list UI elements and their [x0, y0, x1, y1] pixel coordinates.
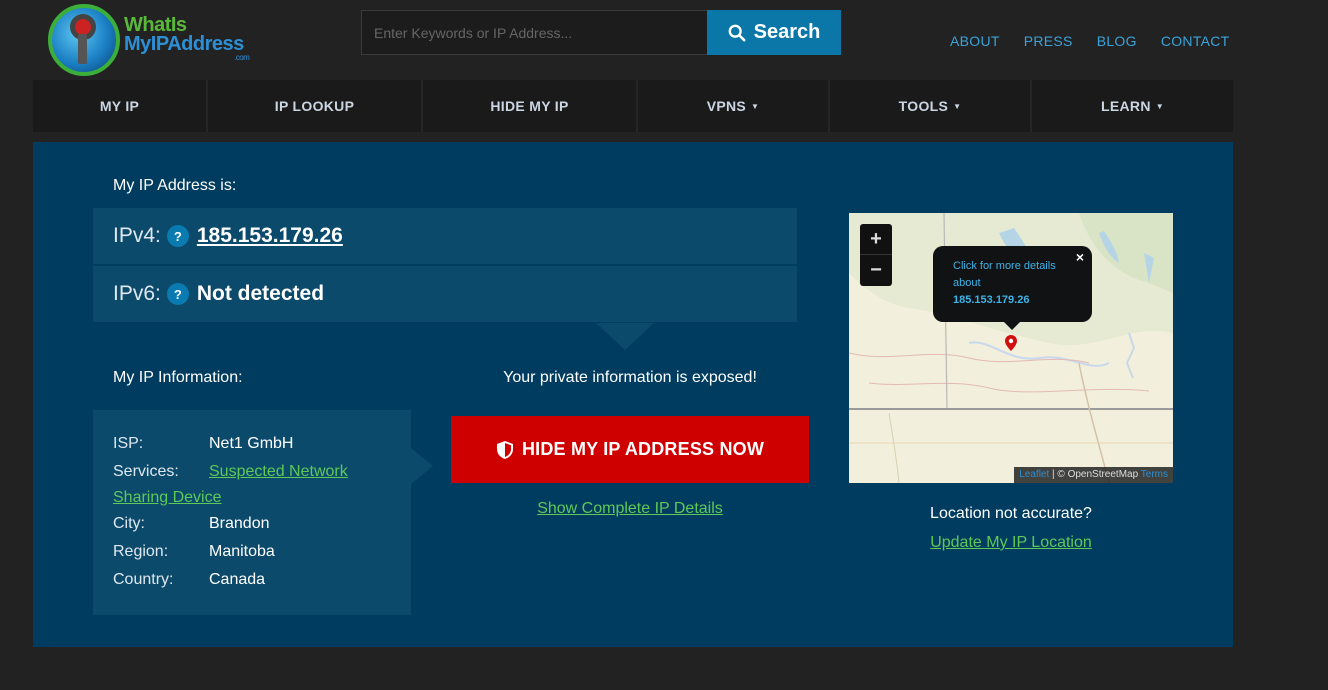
shield-icon — [496, 440, 513, 459]
info-row-country: Country: Canada — [113, 566, 391, 594]
map-pin-icon[interactable] — [1005, 335, 1017, 351]
ipv6-value: Not detected — [196, 282, 325, 305]
link-about[interactable]: ABOUT — [950, 33, 1000, 49]
ip-panel: My IP Address is: IPv4: ? 185.153.179.26… — [33, 142, 1233, 647]
terms-link[interactable]: Terms — [1138, 469, 1168, 480]
popup-line1: Click for more details — [953, 260, 1056, 272]
info-row-region: Region: Manitoba — [113, 538, 391, 566]
nav-label: VPNS — [706, 98, 747, 114]
search-icon — [728, 24, 746, 41]
location-question: Location not accurate? — [930, 505, 1092, 522]
info-key: City: — [113, 515, 145, 532]
ipv6-row: IPv6: ? Not detected — [93, 266, 797, 322]
info-value: Net1 GmbH — [209, 435, 294, 452]
info-value: Brandon — [209, 515, 270, 532]
search-button-label: Search — [753, 21, 821, 43]
logo-line2: MyIPAddress — [124, 33, 244, 55]
search-input[interactable] — [361, 10, 708, 55]
info-key: ISP: — [113, 435, 144, 452]
close-icon[interactable]: × — [1076, 249, 1084, 266]
nav-tools[interactable]: TOOLS ▼ — [830, 80, 1032, 132]
site-logo[interactable]: WhatIs MyIPAddress .com — [48, 4, 268, 76]
nav-my-ip[interactable]: MY IP — [33, 80, 208, 132]
help-icon[interactable]: ? — [166, 225, 189, 247]
caret-down-icon: ▼ — [953, 101, 962, 111]
popup-line2: about — [953, 277, 981, 289]
nav-vpns[interactable]: VPNS ▼ — [638, 80, 830, 132]
nav-ip-lookup[interactable]: IP LOOKUP — [208, 80, 423, 132]
info-key: Region: — [113, 543, 169, 560]
hide-ip-button[interactable]: HIDE MY IP ADDRESS NOW — [451, 416, 809, 483]
zoom-out-button[interactable]: − — [860, 255, 892, 286]
update-location-link[interactable]: Update My IP Location — [849, 534, 1173, 552]
services-link[interactable]: Suspected Network — [209, 458, 348, 486]
ipv4-label: IPv4: — [113, 224, 161, 247]
exposed-warning: Your private information is exposed! — [503, 369, 757, 386]
top-links: ABOUT PRESS BLOG CONTACT — [950, 33, 1254, 49]
nav-label: HIDE MY IP — [490, 98, 569, 114]
link-blog[interactable]: BLOG — [1097, 33, 1137, 49]
popup-tip — [1003, 321, 1021, 330]
map-popup[interactable]: × Click for more details about 185.153.1… — [933, 246, 1092, 322]
logo-line3: .com — [234, 53, 250, 62]
ip-heading: My IP Address is: — [113, 177, 237, 194]
info-key: Country: — [113, 571, 174, 588]
caret-down-icon: ▼ — [751, 101, 760, 111]
services-link-line2[interactable]: Sharing Device — [113, 489, 222, 506]
info-row-city: City: Brandon — [113, 510, 391, 538]
link-press[interactable]: PRESS — [1024, 33, 1073, 49]
search-button[interactable]: Search — [707, 10, 841, 55]
nav-label: IP LOOKUP — [274, 98, 355, 114]
attrib-osm: | © OpenStreetMap — [1049, 469, 1139, 480]
logo-key-stem — [78, 34, 87, 64]
services-link-cont: Sharing Device — [113, 486, 391, 510]
ipv6-label: IPv6: — [113, 282, 161, 305]
leaflet-link[interactable]: Leaflet — [1019, 469, 1049, 480]
nav-learn[interactable]: LEARN ▼ — [1032, 80, 1233, 132]
info-key: Services: — [113, 463, 179, 480]
main-nav: MY IP IP LOOKUP HIDE MY IP VPNS ▼ TOOLS ▼ … — [33, 80, 1233, 132]
help-icon[interactable]: ? — [166, 283, 189, 305]
info-row-services: Services: Suspected Network — [113, 458, 391, 486]
info-value: Canada — [209, 571, 266, 588]
ip-info-box: ISP: Net1 GmbH Services: Suspected Network… — [93, 410, 411, 615]
ipv4-row: IPv4: ? 185.153.179.26 — [93, 208, 797, 264]
nav-label: MY IP — [99, 98, 140, 114]
ipv4-value[interactable]: 185.153.179.26 — [197, 224, 343, 248]
callout-pointer — [596, 323, 654, 350]
info-arrow — [411, 448, 433, 484]
nav-label: LEARN — [1101, 98, 1151, 114]
caret-down-icon: ▼ — [1155, 101, 1164, 111]
info-value: Manitoba — [209, 543, 275, 560]
popup-ip: 185.153.179.26 — [953, 294, 1030, 306]
link-contact[interactable]: CONTACT — [1161, 33, 1230, 49]
nav-label: TOOLS — [898, 98, 949, 114]
logo-wordmark: WhatIs MyIPAddress .com — [124, 15, 250, 62]
info-row-isp: ISP: Net1 GmbH — [113, 430, 391, 458]
hide-ip-button-label: HIDE MY IP ADDRESS NOW — [521, 439, 765, 459]
nav-hide-my-ip[interactable]: HIDE MY IP — [423, 80, 638, 132]
zoom-in-button[interactable]: + — [860, 224, 892, 255]
map-attribution: Leaflet | © OpenStreetMap Terms — [1014, 467, 1173, 483]
show-details-link[interactable]: Show Complete IP Details — [451, 500, 809, 518]
map-zoom-control: + − — [860, 224, 892, 286]
info-heading: My IP Information: — [113, 369, 243, 386]
location-map[interactable]: + − × Click for more details about 185.1… — [849, 213, 1173, 483]
